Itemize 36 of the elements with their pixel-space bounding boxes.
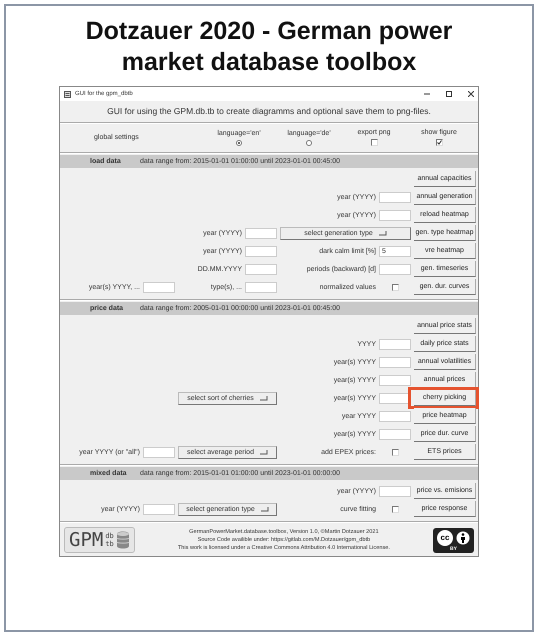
person-icon (456, 530, 470, 544)
caret-icon (260, 450, 268, 454)
radio-button[interactable] (236, 140, 242, 146)
checkbox[interactable] (392, 506, 398, 512)
caret-icon (260, 506, 269, 512)
slide-title: Dotzauer 2020 - German power market database toolbox (84, 16, 454, 78)
input-field[interactable] (379, 210, 411, 220)
input-field[interactable] (379, 486, 411, 496)
maximize-icon[interactable] (446, 91, 452, 97)
caret-icon (378, 230, 387, 236)
input-field[interactable] (379, 264, 411, 274)
input-field[interactable] (245, 282, 277, 292)
input-field[interactable] (379, 338, 411, 350)
input-field[interactable] (245, 246, 277, 256)
input-field[interactable] (245, 228, 277, 238)
headline: GUI for using the GPM.db.tb to create diagramms and optional save them to png-files. (106, 105, 432, 118)
input-field[interactable] (379, 410, 411, 422)
input-field[interactable] (143, 446, 175, 458)
input-field[interactable] (379, 392, 411, 404)
input-field[interactable] (143, 504, 175, 514)
close-icon[interactable] (468, 91, 474, 97)
checkbox[interactable] (370, 139, 378, 146)
radio-button[interactable] (306, 140, 312, 146)
input-field[interactable] (245, 264, 277, 274)
checkbox[interactable] (392, 448, 398, 456)
input-field[interactable] (143, 282, 175, 292)
minimize-icon[interactable] (424, 91, 430, 97)
input-field[interactable] (379, 374, 411, 386)
checkbox[interactable] (392, 284, 398, 290)
input-field[interactable] (379, 356, 411, 368)
input-field[interactable] (379, 428, 411, 440)
database-icon (116, 531, 130, 549)
checkbox[interactable] (436, 139, 442, 146)
caret-icon (260, 396, 268, 400)
app-icon (64, 90, 71, 98)
input-field[interactable] (379, 192, 411, 202)
